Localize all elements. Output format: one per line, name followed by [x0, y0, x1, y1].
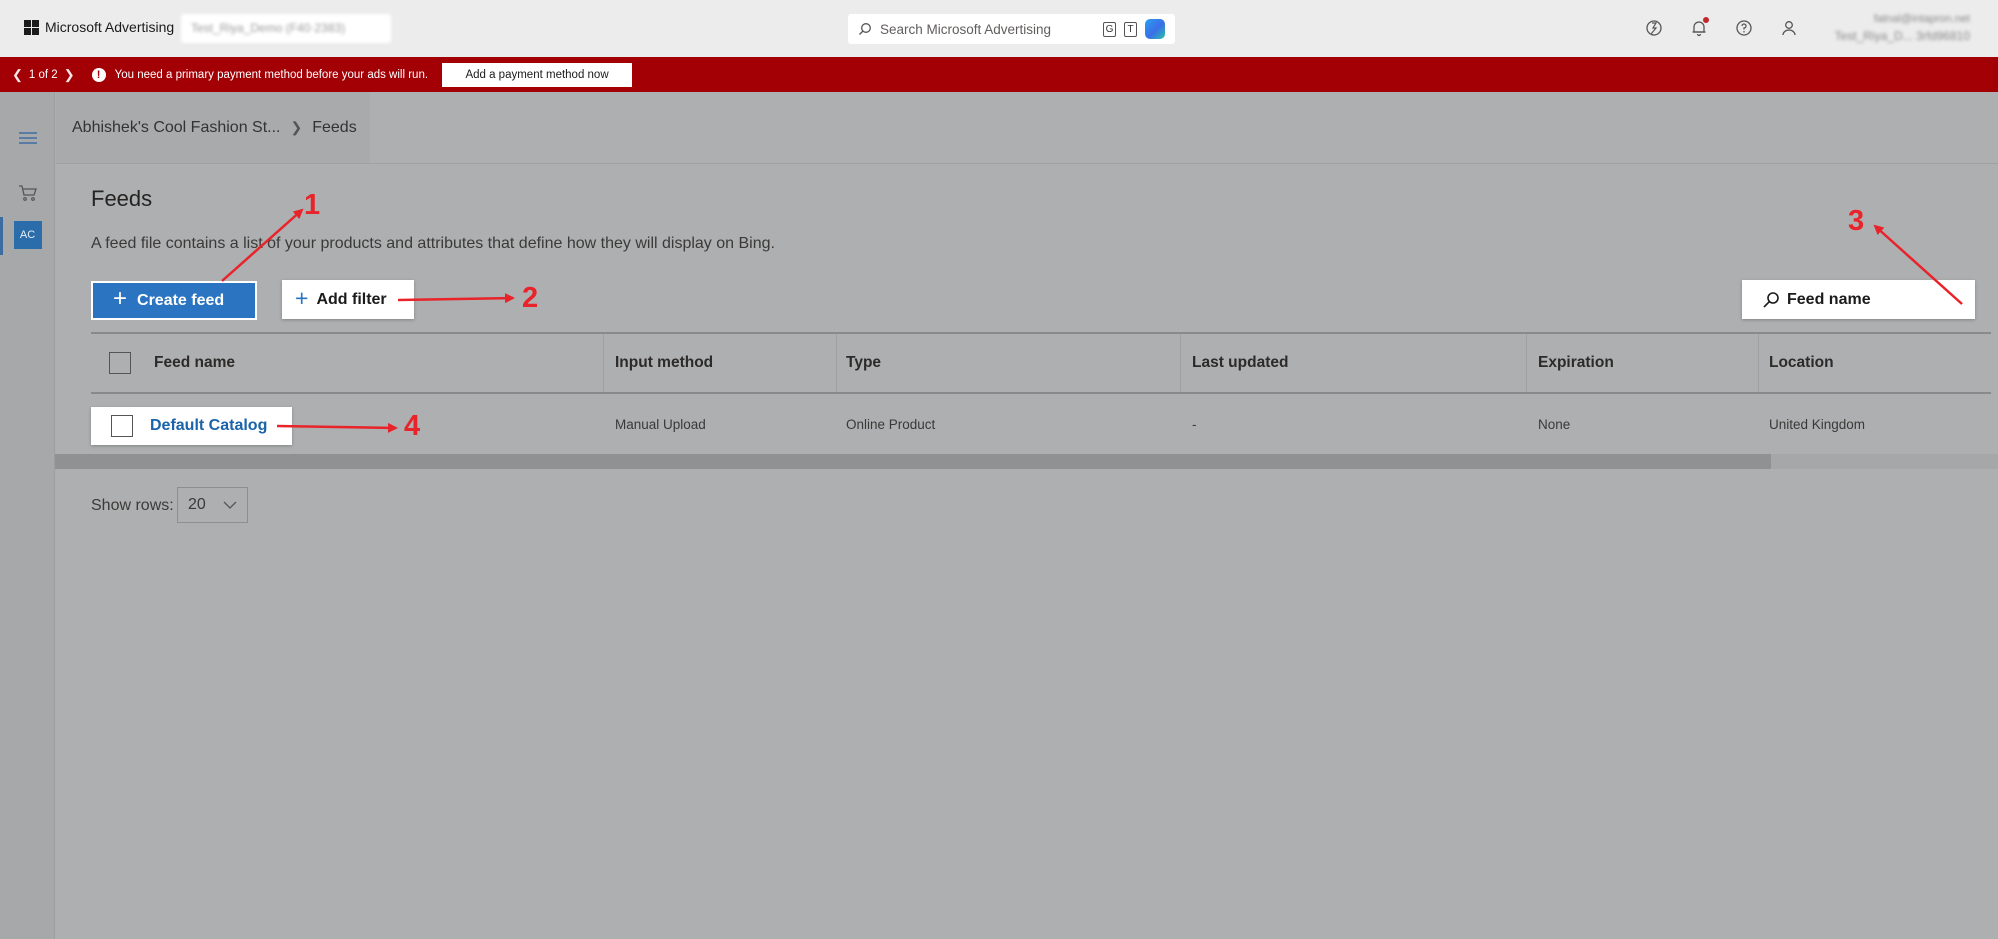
- left-rail: AC: [0, 92, 55, 939]
- payment-alert-banner: ❮ 1 of 2 ❯ ! You need a primary payment …: [0, 57, 1998, 92]
- banner-pager: ❮ 1 of 2 ❯: [12, 67, 75, 83]
- feed-search-placeholder: Feed name: [1787, 290, 1871, 308]
- chevron-right-icon: ❯: [290, 119, 303, 135]
- column-header-feed-name[interactable]: Feed name: [154, 334, 235, 392]
- chevron-right-icon[interactable]: ❯: [64, 67, 75, 83]
- shortcut-g-key: G: [1103, 21, 1116, 37]
- brand-label: Microsoft Advertising: [45, 19, 175, 35]
- page-title: Feeds: [91, 186, 153, 211]
- feed-name-search[interactable]: Feed name: [1742, 280, 1975, 319]
- create-feed-label: Create feed: [137, 291, 225, 309]
- user-email: fatnal@intapron.net: [1873, 13, 1970, 25]
- account-selector[interactable]: Test_Riya_Demo (F40·2383): [181, 14, 391, 43]
- column-header-input-method[interactable]: Input method: [615, 334, 713, 392]
- show-rows-label: Show rows:: [91, 497, 174, 514]
- search-icon: [1763, 291, 1779, 308]
- banner-message: You need a primary payment method before…: [114, 68, 429, 81]
- breadcrumb: Abhishek's Cool Fashion St... ❯ Feeds: [56, 92, 370, 163]
- annotation-label-4: 4: [404, 410, 421, 442]
- annotation-label-2: 2: [522, 282, 539, 314]
- tips-icon[interactable]: [1643, 17, 1665, 39]
- user-account-name[interactable]: Test_Riya_D... 3rfd96810: [1810, 29, 1970, 43]
- chevron-down-icon: [223, 501, 237, 509]
- chevron-left-icon[interactable]: ❮: [12, 67, 23, 83]
- notification-dot: [1703, 17, 1709, 23]
- top-bar: Microsoft Advertising Test_Riya_Demo (F4…: [0, 0, 1998, 57]
- cell-last-updated: -: [1192, 416, 1197, 432]
- column-divider: [603, 334, 604, 392]
- plus-icon: +: [295, 284, 309, 311]
- annotation-label-3: 3: [1848, 205, 1865, 237]
- column-divider: [1758, 334, 1759, 392]
- add-filter-label: Add filter: [316, 290, 387, 308]
- table-header: Feed name Input method Type Last updated…: [91, 334, 1991, 392]
- column-divider: [1526, 334, 1527, 392]
- column-divider: [1180, 334, 1181, 392]
- column-divider: [836, 334, 837, 392]
- select-all-checkbox[interactable]: [109, 334, 131, 392]
- annotation-arrow-2: [397, 293, 515, 304]
- column-header-type[interactable]: Type: [846, 334, 881, 392]
- cell-location: United Kingdom: [1769, 416, 1866, 432]
- horizontal-scrollbar-thumb[interactable]: [55, 454, 1771, 469]
- feed-link[interactable]: Default Catalog: [150, 417, 267, 435]
- divider: [56, 163, 1998, 164]
- shortcut-t-key: T: [1124, 21, 1137, 37]
- notifications-bell-icon[interactable]: [1688, 17, 1710, 39]
- search-icon: [859, 23, 871, 35]
- annotation-label-1: 1: [304, 189, 321, 221]
- row-checkbox[interactable]: [111, 415, 133, 437]
- help-icon[interactable]: [1733, 17, 1755, 39]
- rows-per-page-select[interactable]: 20: [177, 487, 248, 523]
- copilot-icon[interactable]: [1145, 19, 1165, 39]
- add-payment-method-button[interactable]: Add a payment method now: [442, 62, 633, 87]
- cell-input-method: Manual Upload: [615, 416, 706, 432]
- global-search[interactable]: Search Microsoft Advertising G T: [848, 14, 1175, 44]
- column-header-expiration[interactable]: Expiration: [1538, 334, 1614, 392]
- microsoft-logo-icon: [24, 19, 39, 35]
- user-profile-icon[interactable]: [1778, 17, 1800, 39]
- add-filter-button[interactable]: + Add filter: [282, 280, 414, 319]
- cell-expiration: None: [1538, 416, 1571, 432]
- column-header-location[interactable]: Location: [1769, 334, 1834, 392]
- alert-icon: !: [91, 67, 106, 82]
- feed-name-cell: Default Catalog: [91, 407, 292, 445]
- create-feed-button[interactable]: + Create feed: [91, 281, 257, 320]
- brand[interactable]: Microsoft Advertising: [24, 19, 174, 35]
- rows-per-page-value: 20: [188, 496, 206, 513]
- search-placeholder: Search Microsoft Advertising: [880, 21, 1052, 37]
- column-header-last-updated[interactable]: Last updated: [1192, 334, 1288, 392]
- breadcrumb-current: Feeds: [312, 118, 357, 136]
- shopping-cart-icon[interactable]: [0, 184, 55, 202]
- breadcrumb-account[interactable]: Abhishek's Cool Fashion St...: [72, 119, 281, 137]
- account-badge: AC: [13, 221, 42, 249]
- cell-type: Online Product: [846, 416, 936, 432]
- hamburger-menu-icon[interactable]: [0, 130, 55, 146]
- top-icons: [1643, 17, 1800, 39]
- account-rail-item[interactable]: AC: [0, 221, 55, 249]
- pager-label: 1 of 2: [28, 68, 58, 81]
- table-row: Manual Upload Online Product - None Unit…: [91, 394, 1991, 454]
- page-description: A feed file contains a list of your prod…: [91, 235, 775, 252]
- plus-icon: +: [113, 285, 128, 312]
